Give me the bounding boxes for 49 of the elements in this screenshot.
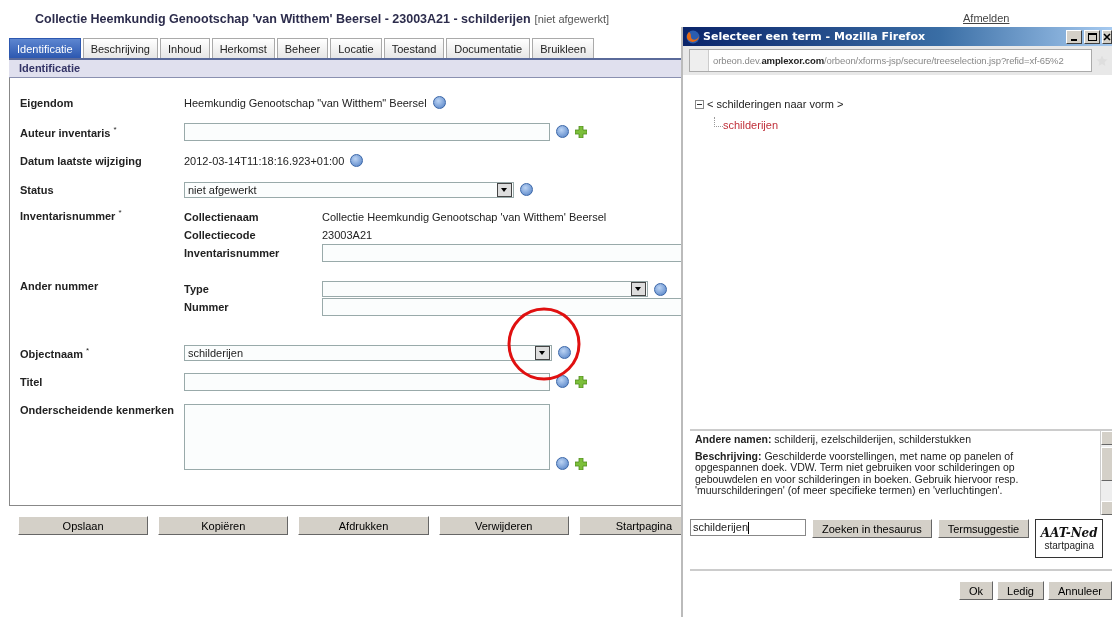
tab[interactable]: Documentatie <box>446 38 531 58</box>
logout-link[interactable]: Afmelden <box>963 12 1010 24</box>
dialog-button[interactable]: Annuleer <box>1047 581 1112 600</box>
field-value: Collectie Heemkundig Genootschap 'van Witthem' Beersel <box>322 211 607 223</box>
field-label: Eigendom <box>20 96 75 109</box>
field-label: Objectnaam $^{*}$ <box>20 345 91 360</box>
dropdown[interactable]: schilderijen <box>184 344 552 361</box>
action-button[interactable]: Opslaan <box>18 516 149 535</box>
field-label: Collectienaam <box>184 211 260 223</box>
dialog-button[interactable]: Ledig <box>997 581 1044 600</box>
dropdown[interactable]: niet afgewerkt <box>184 181 514 198</box>
action-button[interactable]: Afdrukken <box>298 516 429 535</box>
search-button[interactable]: Zoeken in thesaurus <box>812 519 932 538</box>
status-label: [niet afgewerkt] <box>534 13 610 25</box>
tree-item[interactable]: < schilderingen naar vorm > <box>707 98 844 110</box>
field-label: Status <box>20 183 55 196</box>
field-label: Ander nummer <box>20 280 100 292</box>
search-field[interactable]: schilderijen <box>690 519 806 536</box>
field-label: Inventarisnummer <box>184 247 281 259</box>
action-button[interactable]: Kopiëren <box>158 516 289 535</box>
tab[interactable]: Toestand <box>383 38 445 58</box>
dialog-button[interactable]: Ok <box>958 581 994 600</box>
field-label: Collectiecode <box>184 229 257 241</box>
aat-ned-logo[interactable]: AAT-Ned startpagina <box>1035 519 1104 558</box>
field-label: Datum laatste wijziging <box>20 154 143 167</box>
tab[interactable]: Bruikleen <box>532 38 595 58</box>
action-button[interactable]: Verwijderen <box>438 516 569 535</box>
search-button[interactable]: Termsuggestie <box>937 519 1030 538</box>
field-label: Inventarisnummer $^{*}$ <box>20 208 123 222</box>
info-text: Andere namen: schilderij, ezelschilderijen, schilderstukken <box>695 434 973 446</box>
tab[interactable]: Herkomst <box>211 38 275 58</box>
tab[interactable]: Beschrijving <box>82 38 158 58</box>
tab[interactable]: Identificatie <box>9 38 81 58</box>
field-label: Type <box>184 283 210 295</box>
field-label: Titel <box>20 375 44 388</box>
tab[interactable]: Locatie <box>330 38 382 58</box>
field-value: Heemkundig Genootschap "van Witthem" Beersel <box>184 96 427 109</box>
tab[interactable]: Beheer <box>276 38 329 58</box>
address-field[interactable]: orbeon.dev.amplexor.com/orbeon/xforms-jsp/secure/treeselection.jsp?refid=xf-65%2 <box>689 49 1092 72</box>
field-value: 23003A21 <box>322 229 373 241</box>
tree-item[interactable]: schilderijen <box>723 119 779 131</box>
window-title: Selecteer een term - Mozilla Firefox <box>703 30 926 43</box>
field-label: Onderscheidende kenmerken <box>20 404 176 416</box>
field-value: 2012-03-14T11:18:16.923+01:00 <box>184 154 345 167</box>
page-title: Collectie Heemkundig Genootschap 'van Witthem' Beersel - 23003A21 - schilderijen <box>35 12 531 26</box>
tab[interactable]: Inhoud <box>159 38 210 58</box>
info-text: Beschrijving: Geschilderde voorstellingen, met name op panelen of opgespannen doek. VDW. Term niet gebruiken voor schilderingen op gebouwdelen en voor schilderingen in boeken. Gebruik hiervoor resp. 'muurschilderingen' (of meer specifieke termen) en 'verluchtingen'. <box>695 450 1020 497</box>
field-label: Auteur inventaris $^{*}$ <box>20 124 118 139</box>
field-label: Nummer <box>184 301 230 313</box>
